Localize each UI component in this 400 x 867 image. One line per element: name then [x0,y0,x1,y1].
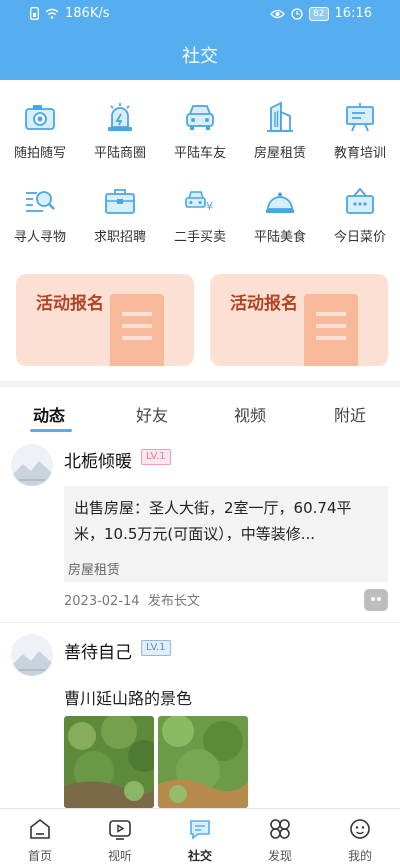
tabbar-label: 社交 [187,849,212,863]
clock: 16:16 [334,6,372,21]
battery-indicator: 82 [309,6,329,21]
wifi-icon [45,8,59,19]
category-grid: 随拍随写 平陆商圈 平陆车友 房屋租赁 教育培训 寻人寻物 求职招聘 ¥ 二手买… [0,96,400,264]
landscape-photo-icon [158,716,248,808]
category-second-hand[interactable]: ¥ 二手买卖 [160,180,240,264]
comment-icon[interactable] [364,589,388,611]
alarm-light-icon [108,103,132,131]
category-label: 教育培训 [333,146,386,161]
category-label: 求职招聘 [93,230,146,245]
category-label: 平陆车友 [173,146,226,161]
avatar[interactable] [11,634,53,676]
eye-icon [270,9,285,18]
post-photo[interactable] [158,716,248,808]
header-bar: 186K/s 82 16:16 社交 [0,0,400,80]
activity-signup-banner[interactable]: 活动报名 [210,274,388,366]
category-housing-rental[interactable]: 房屋租赁 [240,96,320,180]
tab-friends[interactable]: 好友 [136,402,168,426]
mountain-avatar-icon [11,634,53,676]
home-icon [30,818,50,839]
tabbar-label: 我的 [347,849,372,863]
category-lost-found[interactable]: 寻人寻物 [0,180,80,264]
chat-bubble-icon [190,820,210,840]
banner-title: 活动报名 [36,294,104,314]
receipt-icon [110,294,164,366]
level-badge: LV.1 [141,449,171,465]
feed-tabs: 动态 好友 视频 附近 [0,388,400,434]
post-content[interactable]: 曹川延山路的景色 [64,685,192,709]
post-username[interactable]: 北栀倾暖 [64,447,132,472]
level-badge: LV.1 [141,640,171,656]
svg-text:¥: ¥ [206,200,213,213]
tabbar-label: 发现 [267,849,292,863]
camera-icon [25,105,55,130]
tab-nearby[interactable]: 附近 [334,402,366,426]
category-label: 寻人寻物 [13,230,66,245]
receipt-icon [304,294,358,366]
post-action: 发布长文 [147,594,200,609]
category-label: 房屋租赁 [253,146,306,161]
briefcase-icon [105,189,135,214]
tab-dynamics[interactable]: 动态 [33,402,65,426]
post-photo[interactable] [64,716,154,808]
activity-banners: 活动报名 活动报名 [16,274,388,366]
tabbar-mine[interactable]: 我的 [320,809,400,867]
category-business-district[interactable]: 平陆商圈 [80,96,160,180]
avatar[interactable] [11,444,53,486]
sim-icon [30,7,39,20]
category-vegetable-prices[interactable]: 今日菜价 [320,180,400,264]
banner-title: 活动报名 [230,294,298,314]
category-label: 平陆商圈 [93,146,146,161]
category-label: 今日菜价 [333,230,386,245]
active-tab-indicator [30,429,72,432]
post-meta: 2023-02-14 发布长文 [64,590,200,609]
landscape-photo-icon [64,716,154,808]
section-divider [0,381,400,387]
bottom-tab-bar: 首页 视听 社交 发现 我的 [0,808,400,866]
tab-videos[interactable]: 视频 [234,402,266,426]
mountain-avatar-icon [11,444,53,486]
post-separator [0,622,400,623]
clover-icon [270,819,290,839]
post-tag[interactable]: 房屋租赁 [64,557,125,580]
face-icon [350,819,370,839]
car-icon [186,105,214,130]
tv-play-icon [109,820,131,840]
tabbar-social[interactable]: 社交 [160,809,240,867]
category-photo-writing[interactable]: 随拍随写 [0,96,80,180]
category-label: 平陆美食 [253,230,306,245]
alarm-icon [291,7,303,20]
search-list-icon [26,191,55,212]
basket-icon [346,187,374,214]
category-jobs[interactable]: 求职招聘 [80,180,160,264]
category-car-friends[interactable]: 平陆车友 [160,96,240,180]
blackboard-icon [346,103,374,132]
status-bar: 186K/s 82 16:16 [0,0,400,28]
tabbar-label: 首页 [27,849,52,863]
tabbar-label: 视听 [107,849,132,863]
building-icon [267,101,293,132]
network-speed: 186K/s [65,6,110,21]
tabbar-home[interactable]: 首页 [0,809,80,867]
category-food[interactable]: 平陆美食 [240,180,320,264]
category-education[interactable]: 教育培训 [320,96,400,180]
tabbar-discover[interactable]: 发现 [240,809,320,867]
activity-signup-banner[interactable]: 活动报名 [16,274,194,366]
car-yuan-icon: ¥ [185,191,213,213]
category-label: 随拍随写 [13,146,66,161]
post-date: 2023-02-14 [64,594,140,609]
food-cloche-icon [266,192,294,213]
post-username[interactable]: 善待自己 [64,638,132,663]
category-label: 二手买卖 [173,230,226,245]
page-title: 社交 [182,46,218,67]
tabbar-audiovisual[interactable]: 视听 [80,809,160,867]
